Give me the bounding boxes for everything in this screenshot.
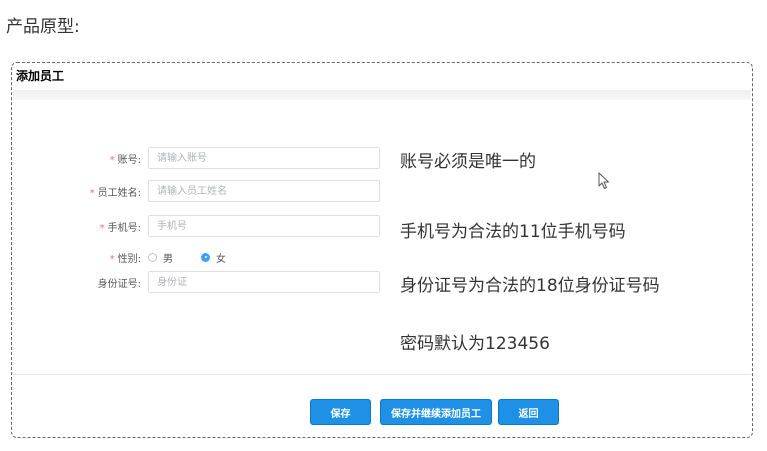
required-mark: *: [109, 154, 115, 166]
gender-male-label: 男: [163, 253, 173, 265]
gender-female-label: 女: [216, 253, 226, 265]
account-row: * 账号:: [12, 147, 380, 169]
gender-row: * 性别: 男 女: [12, 246, 254, 268]
radio-unchecked-icon: [148, 252, 157, 262]
mouse-pointer-icon: [598, 172, 610, 194]
phone-note: 手机号为合法的11位手机号码: [400, 222, 626, 242]
gender-radio-female[interactable]: 女: [201, 250, 226, 265]
gender-radio-male[interactable]: 男: [148, 250, 173, 265]
account-note: 账号必须是唯一的: [400, 152, 536, 172]
phone-row: * 手机号:: [12, 215, 380, 237]
password-note: 密码默认为123456: [400, 334, 550, 354]
back-button[interactable]: 返回: [498, 399, 559, 425]
id-card-input[interactable]: [148, 271, 380, 293]
page-heading: 产品原型:: [6, 17, 80, 37]
account-input[interactable]: [148, 147, 380, 169]
id-card-row: 身份证号:: [12, 271, 380, 293]
required-mark: *: [89, 187, 95, 199]
add-employee-card: 添加员工 *账号: *员工姓名: *手机号: *性别: 男: [11, 62, 753, 438]
id-card-note: 身份证号为合法的18位身份证号码: [400, 276, 660, 296]
phone-label: * 手机号:: [99, 222, 141, 234]
employee-name-row: * 员工姓名:: [12, 180, 380, 202]
card-header-strip: [13, 90, 751, 100]
required-mark: *: [99, 222, 105, 234]
employee-name-label: * 员工姓名:: [89, 187, 141, 199]
required-mark: *: [109, 253, 115, 265]
gender-radio-group: 男 女: [148, 250, 254, 265]
account-label: * 账号:: [109, 154, 141, 166]
id-card-label: 身份证号:: [97, 278, 141, 290]
gender-label: * 性别:: [109, 253, 141, 265]
card-title: 添加员工: [16, 69, 65, 83]
phone-input[interactable]: [148, 215, 380, 237]
card-divider: [13, 374, 751, 375]
employee-name-input[interactable]: [148, 180, 380, 202]
radio-checked-icon: [201, 252, 210, 262]
save-and-continue-button[interactable]: 保存并继续添加员工: [380, 399, 492, 425]
save-button[interactable]: 保存: [310, 399, 371, 425]
